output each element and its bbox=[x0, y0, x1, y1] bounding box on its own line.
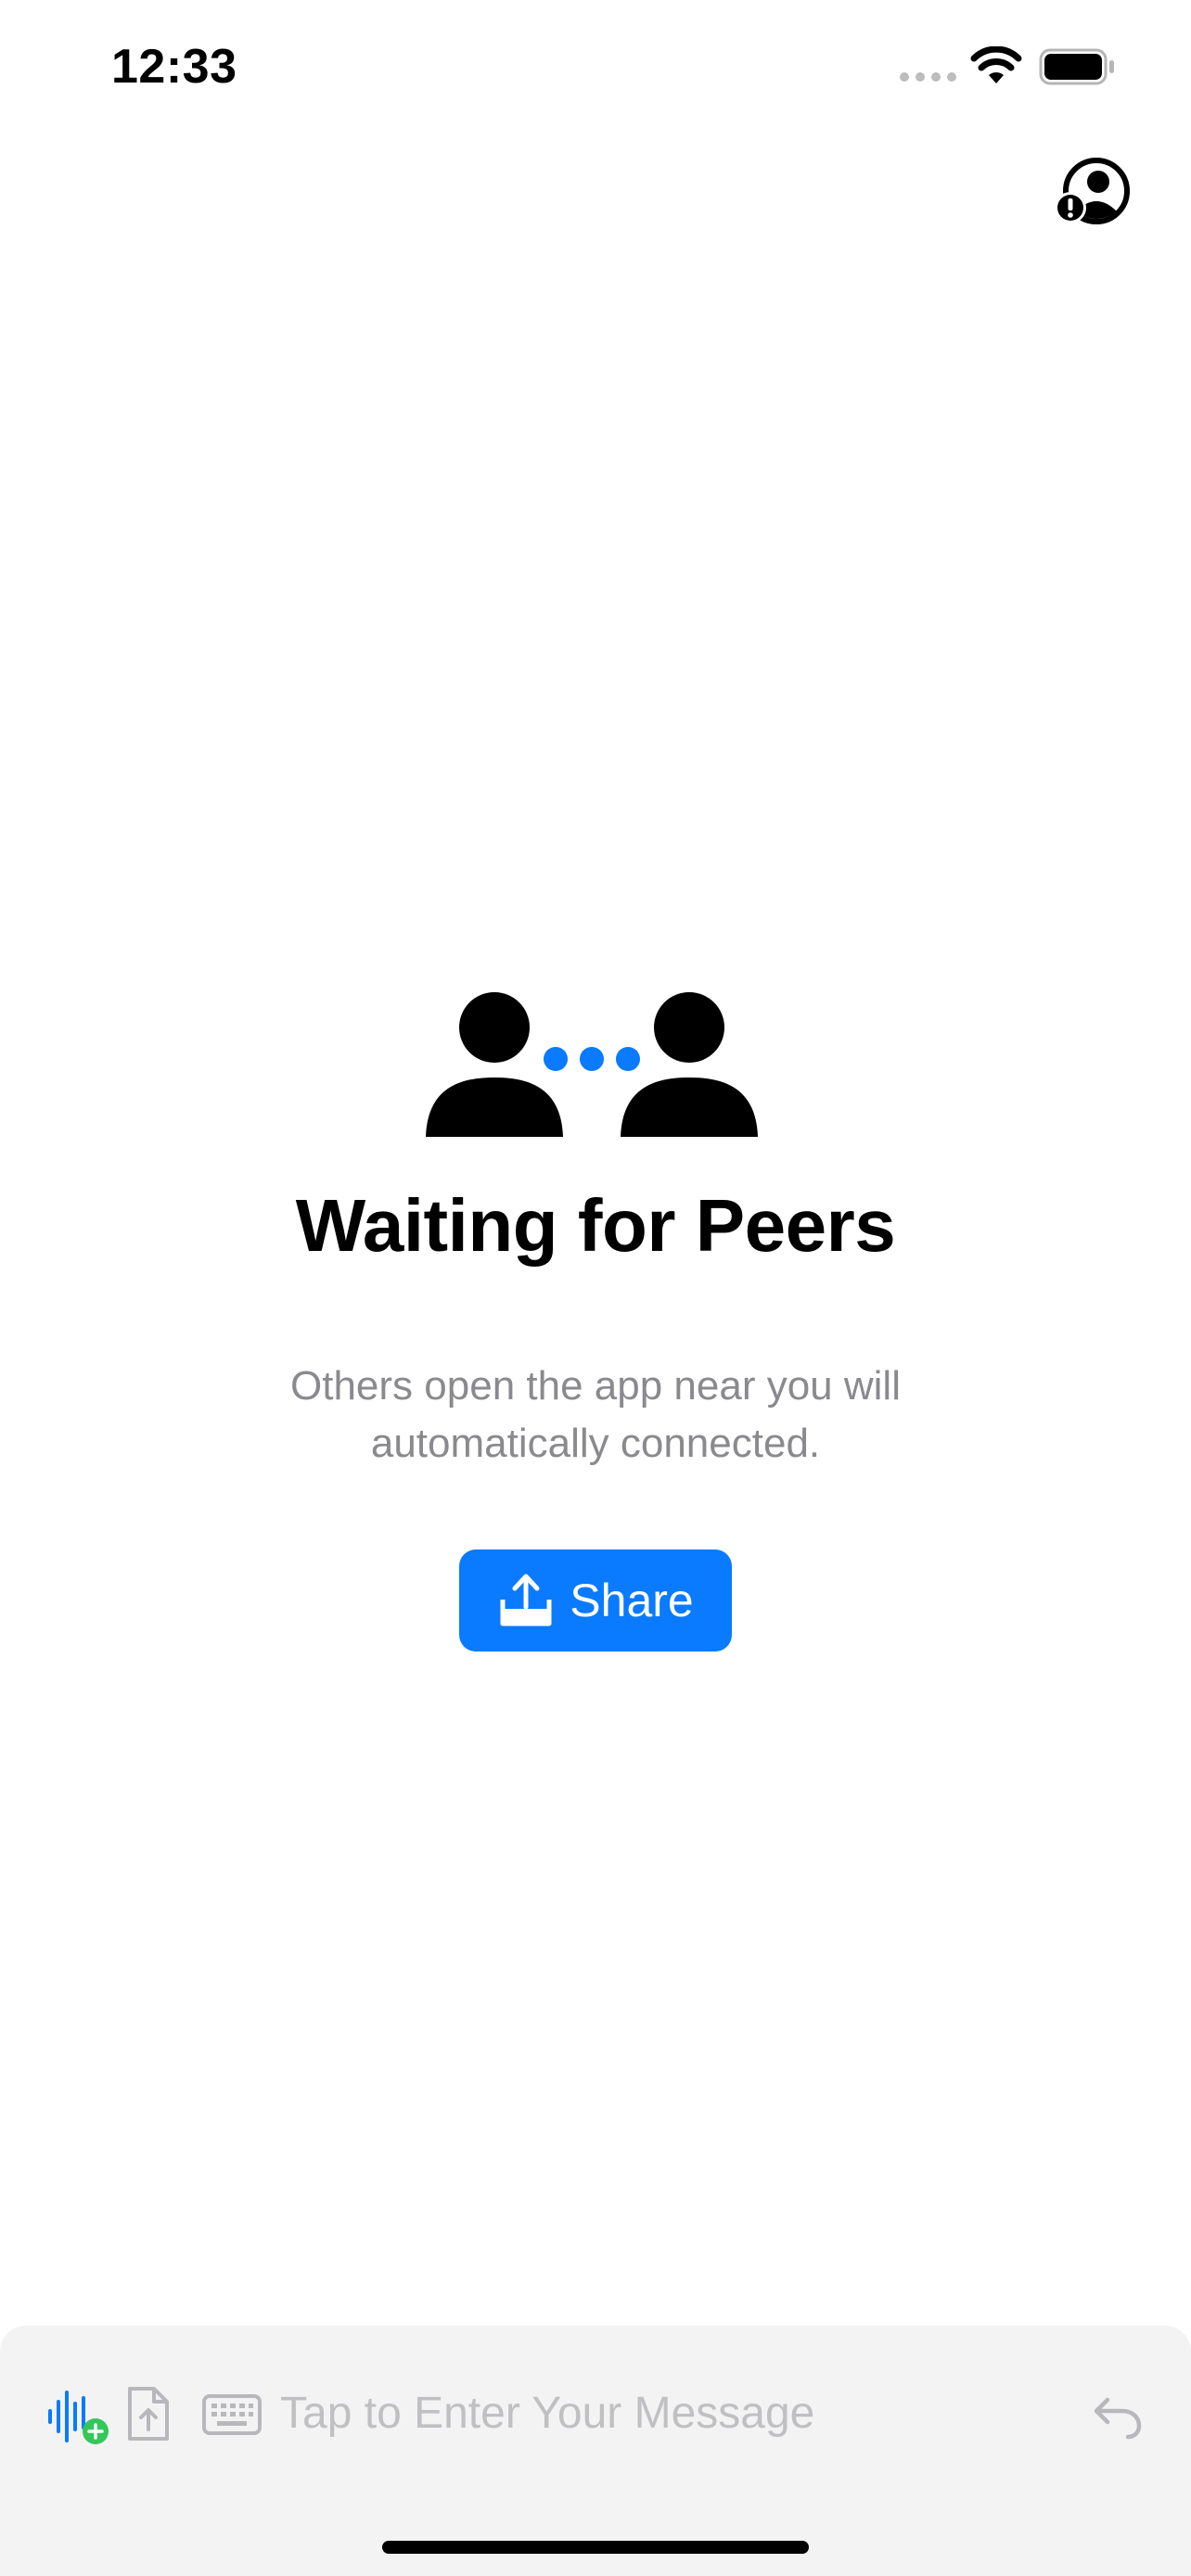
undo-arrow-icon[interactable] bbox=[1091, 2389, 1143, 2441]
cellular-signal-icon bbox=[900, 72, 956, 82]
empty-state: Waiting for Peers Others open the app ne… bbox=[0, 983, 1191, 1651]
keyboard-icon[interactable] bbox=[202, 2394, 262, 2435]
tray-and-arrow-up-icon bbox=[500, 1574, 552, 1626]
doc-upload-icon[interactable] bbox=[126, 2385, 171, 2442]
status-bar: 12:33 bbox=[0, 0, 1191, 139]
home-indicator[interactable] bbox=[382, 2541, 809, 2554]
page-title: Waiting for Peers bbox=[295, 1184, 896, 1267]
battery-icon bbox=[1039, 48, 1114, 85]
wifi-icon bbox=[970, 46, 1022, 83]
waveform-add-icon[interactable] bbox=[46, 2387, 111, 2446]
status-time: 12:33 bbox=[111, 40, 237, 94]
share-button-label: Share bbox=[570, 1574, 694, 1626]
message-input[interactable]: Tap to Enter Your Message bbox=[280, 2381, 1059, 2446]
share-button[interactable]: Share bbox=[459, 1549, 732, 1651]
message-composer: Tap to Enter Your Message bbox=[0, 2326, 1191, 2576]
subtitle-text: Others open the app near you will automa… bbox=[290, 1363, 901, 1467]
composer-row: Tap to Enter Your Message bbox=[0, 2381, 1191, 2446]
two-people-waiting-icon bbox=[426, 992, 758, 1137]
person-exclamation-icon[interactable] bbox=[1054, 158, 1132, 228]
